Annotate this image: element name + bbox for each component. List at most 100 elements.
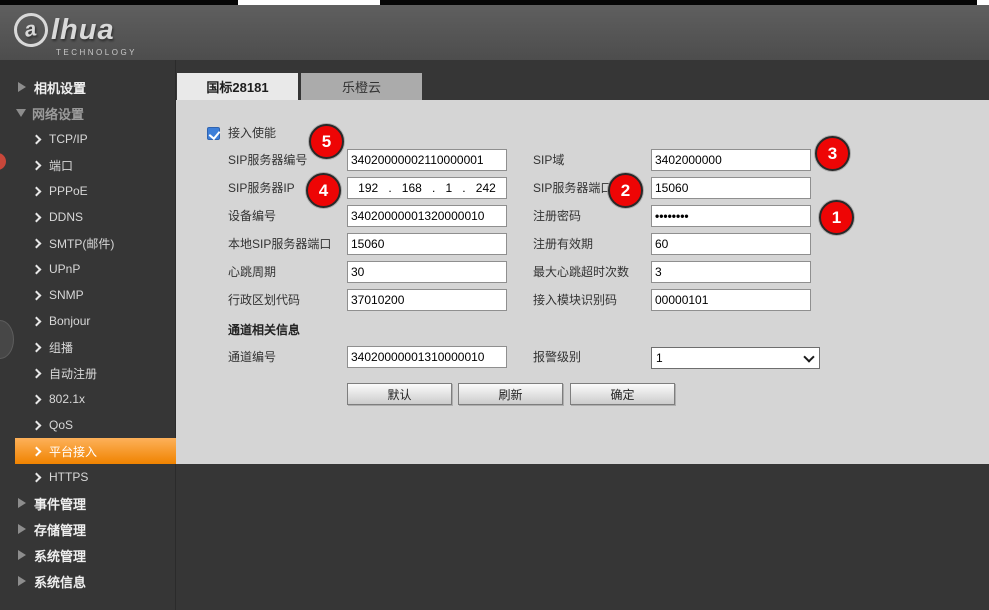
sidebar-item-tcpip[interactable]: TCP/IP bbox=[0, 126, 175, 152]
sidebar-nav: 相机设置 网络设置 TCP/IP 端口 PPPoE DDNS SMTP(邮件) bbox=[0, 60, 176, 610]
sidebar-item-snmp[interactable]: SNMP bbox=[0, 282, 175, 308]
sidebar-item-label: SNMP bbox=[49, 288, 84, 302]
sip-server-port-input[interactable] bbox=[651, 177, 811, 199]
channel-id-input[interactable] bbox=[347, 346, 507, 368]
sidebar-item-system-info[interactable]: 系统信息 bbox=[0, 568, 175, 594]
sidebar-item-label: 组播 bbox=[49, 339, 73, 356]
tab-gb28181[interactable]: 国标28181 bbox=[177, 73, 298, 100]
ip-dot: . bbox=[388, 181, 391, 195]
sidebar-item-port[interactable]: 端口 bbox=[0, 152, 175, 178]
triangle-right-icon bbox=[18, 550, 26, 560]
chevron-right-icon bbox=[32, 290, 42, 300]
register-password-input[interactable] bbox=[651, 205, 811, 227]
sidebar-item-https[interactable]: HTTPS bbox=[0, 464, 175, 490]
sidebar-item-ddns[interactable]: DDNS bbox=[0, 204, 175, 230]
chevron-right-icon bbox=[32, 264, 42, 274]
chevron-down-icon bbox=[803, 351, 814, 362]
admin-region-code-input[interactable] bbox=[347, 289, 507, 311]
sidebar-item-label: 端口 bbox=[49, 157, 73, 174]
sip-server-id-input[interactable] bbox=[347, 149, 507, 171]
chevron-right-icon bbox=[32, 342, 42, 352]
tab-label: 国标28181 bbox=[206, 77, 268, 96]
alarm-level-select[interactable]: 1 bbox=[651, 347, 820, 369]
badge-number: 5 bbox=[322, 132, 331, 152]
sidebar-item-network-settings[interactable]: 网络设置 bbox=[0, 100, 175, 126]
sidebar-item-camera-settings[interactable]: 相机设置 bbox=[0, 74, 175, 100]
enable-access-checkbox[interactable] bbox=[207, 127, 220, 140]
sip-server-ip-label: SIP服务器IP bbox=[228, 177, 295, 199]
sidebar-item-label: Bonjour bbox=[49, 314, 90, 328]
sidebar-item-label: 平台接入 bbox=[49, 443, 97, 460]
sidebar-item-label: 802.1x bbox=[49, 392, 85, 406]
max-heartbeat-timeouts-input[interactable] bbox=[651, 261, 811, 283]
annotation-badge-5: 5 bbox=[309, 124, 344, 159]
triangle-right-icon bbox=[18, 524, 26, 534]
enable-access-label: 接入使能 bbox=[228, 122, 276, 144]
sip-domain-label: SIP域 bbox=[533, 149, 564, 171]
sidebar-item-platform-access[interactable]: 平台接入 bbox=[15, 438, 176, 464]
heartbeat-period-label: 心跳周期 bbox=[228, 261, 276, 283]
triangle-right-icon bbox=[18, 82, 26, 92]
dahua-logo: alhua TECHNOLOGY bbox=[14, 13, 137, 57]
sidebar-item-bonjour[interactable]: Bonjour bbox=[0, 308, 175, 334]
sidebar-item-label: 存储管理 bbox=[34, 520, 86, 539]
ip-octet-1[interactable]: 192 bbox=[358, 181, 378, 195]
tab-lechange-cloud[interactable]: 乐橙云 bbox=[301, 73, 422, 100]
refresh-button[interactable]: 刷新 bbox=[458, 383, 563, 405]
sidebar-item-multicast[interactable]: 组播 bbox=[0, 334, 175, 360]
sidebar-item-label: 事件管理 bbox=[34, 494, 86, 513]
sidebar-item-label: PPPoE bbox=[49, 184, 88, 198]
access-module-code-input[interactable] bbox=[651, 289, 811, 311]
sidebar-item-auto-register[interactable]: 自动注册 bbox=[0, 360, 175, 386]
sidebar-item-smtp[interactable]: SMTP(邮件) bbox=[0, 230, 175, 256]
chevron-right-icon bbox=[32, 238, 42, 248]
heartbeat-period-input[interactable] bbox=[347, 261, 507, 283]
local-sip-server-port-label: 本地SIP服务器端口 bbox=[228, 233, 331, 255]
default-button[interactable]: 默认 bbox=[347, 383, 452, 405]
sip-server-ip-input[interactable]: 192 . 168 . 1 . 242 bbox=[347, 177, 507, 199]
badge-number: 2 bbox=[621, 181, 630, 201]
channel-section-title: 通道相关信息 bbox=[228, 322, 300, 338]
register-valid-period-input[interactable] bbox=[651, 233, 811, 255]
sidebar-item-label: QoS bbox=[49, 418, 73, 432]
admin-region-code-label: 行政区划代码 bbox=[228, 289, 300, 311]
sidebar-item-storage-management[interactable]: 存储管理 bbox=[0, 516, 175, 542]
channel-id-label: 通道编号 bbox=[228, 346, 276, 368]
sidebar-item-label: UPnP bbox=[49, 262, 80, 276]
chevron-right-icon bbox=[32, 394, 42, 404]
sidebar-item-event-management[interactable]: 事件管理 bbox=[0, 490, 175, 516]
register-password-label: 注册密码 bbox=[533, 205, 581, 227]
ip-octet-2[interactable]: 168 bbox=[402, 181, 422, 195]
sidebar-item-label: TCP/IP bbox=[49, 132, 88, 146]
register-valid-period-label: 注册有效期 bbox=[533, 233, 593, 255]
sidebar-item-qos[interactable]: QoS bbox=[0, 412, 175, 438]
sip-domain-input[interactable] bbox=[651, 149, 811, 171]
sidebar-item-upnp[interactable]: UPnP bbox=[0, 256, 175, 282]
sidebar-item-pppoe[interactable]: PPPoE bbox=[0, 178, 175, 204]
local-sip-server-port-input[interactable] bbox=[347, 233, 507, 255]
alarm-level-value: 1 bbox=[656, 351, 663, 365]
sidebar-item-label: 自动注册 bbox=[49, 365, 97, 382]
chevron-right-icon bbox=[32, 368, 42, 378]
sidebar-item-8021x[interactable]: 802.1x bbox=[0, 386, 175, 412]
sidebar-item-label: 相机设置 bbox=[34, 78, 86, 97]
device-id-label: 设备编号 bbox=[228, 205, 276, 227]
ip-octet-3[interactable]: 1 bbox=[445, 181, 452, 195]
sidebar-item-system-management[interactable]: 系统管理 bbox=[0, 542, 175, 568]
sidebar-item-label: SMTP(邮件) bbox=[49, 235, 114, 252]
badge-number: 3 bbox=[828, 144, 837, 164]
dahua-web-config-page: alhua TECHNOLOGY 相机设置 网络设置 TCP/IP 端口 PPP… bbox=[0, 0, 989, 610]
dahua-logo-text: lhua bbox=[51, 14, 115, 47]
ip-dot: . bbox=[462, 181, 465, 195]
chevron-right-icon bbox=[32, 472, 42, 482]
triangle-right-icon bbox=[18, 576, 26, 586]
confirm-button[interactable]: 确定 bbox=[570, 383, 675, 405]
device-id-input[interactable] bbox=[347, 205, 507, 227]
header: alhua TECHNOLOGY bbox=[0, 5, 989, 60]
sip-server-port-label: SIP服务器端口 bbox=[533, 177, 612, 199]
chevron-right-icon bbox=[32, 186, 42, 196]
chevron-right-icon bbox=[32, 212, 42, 222]
annotation-badge-2: 2 bbox=[608, 173, 643, 208]
annotation-badge-4: 4 bbox=[306, 173, 341, 208]
ip-octet-4[interactable]: 242 bbox=[476, 181, 496, 195]
